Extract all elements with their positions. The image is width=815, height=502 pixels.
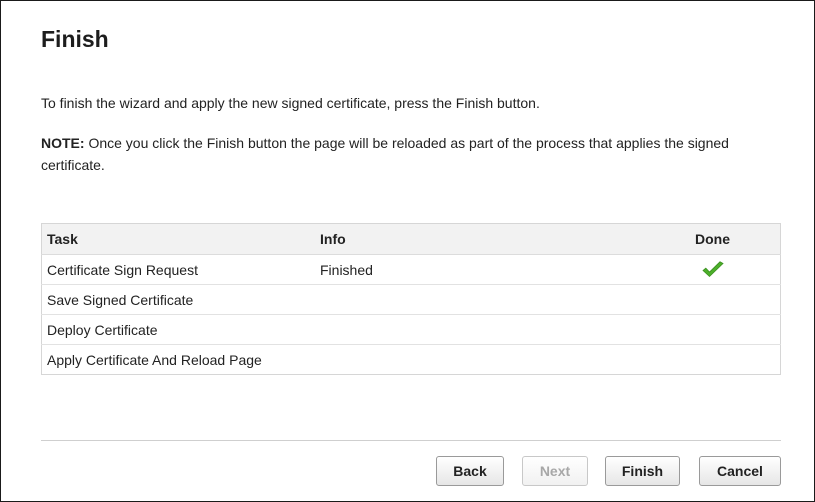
- table-row: Deploy Certificate: [41, 314, 781, 345]
- task-info: [315, 314, 645, 345]
- checkmark-icon: [701, 260, 724, 277]
- task-info: [315, 284, 645, 315]
- intro-text: To finish the wizard and apply the new s…: [41, 95, 540, 111]
- task-name: Certificate Sign Request: [41, 254, 315, 285]
- note-label: NOTE:: [41, 135, 85, 151]
- task-done: [645, 314, 781, 345]
- table-row: Certificate Sign Request Finished: [41, 254, 781, 285]
- note-text: NOTE: Once you click the Finish button t…: [41, 132, 776, 176]
- task-table: Task Info Done Certificate Sign Request …: [41, 223, 781, 375]
- page-title: Finish: [41, 26, 109, 52]
- cancel-button[interactable]: Cancel: [699, 456, 781, 486]
- column-header-info: Info: [315, 223, 645, 255]
- column-header-done: Done: [645, 223, 781, 255]
- task-name: Deploy Certificate: [41, 314, 315, 345]
- note-body: Once you click the Finish button the pag…: [41, 135, 729, 173]
- task-done: [645, 345, 781, 375]
- task-done: [645, 254, 781, 285]
- column-header-task: Task: [41, 223, 315, 255]
- finish-button[interactable]: Finish: [605, 456, 680, 486]
- table-row: Apply Certificate And Reload Page: [42, 345, 781, 375]
- footer-divider: [41, 440, 781, 441]
- task-name: Apply Certificate And Reload Page: [47, 351, 262, 368]
- table-header-row: Task Info Done: [41, 223, 781, 255]
- wizard-dialog: Finish To finish the wizard and apply th…: [0, 0, 815, 502]
- task-done: [645, 284, 781, 315]
- task-info: Finished: [315, 254, 645, 285]
- next-button[interactable]: Next: [522, 456, 588, 486]
- task-name: Save Signed Certificate: [41, 284, 315, 315]
- task-info: [315, 345, 645, 375]
- back-button[interactable]: Back: [436, 456, 504, 486]
- table-row: Save Signed Certificate: [41, 284, 781, 315]
